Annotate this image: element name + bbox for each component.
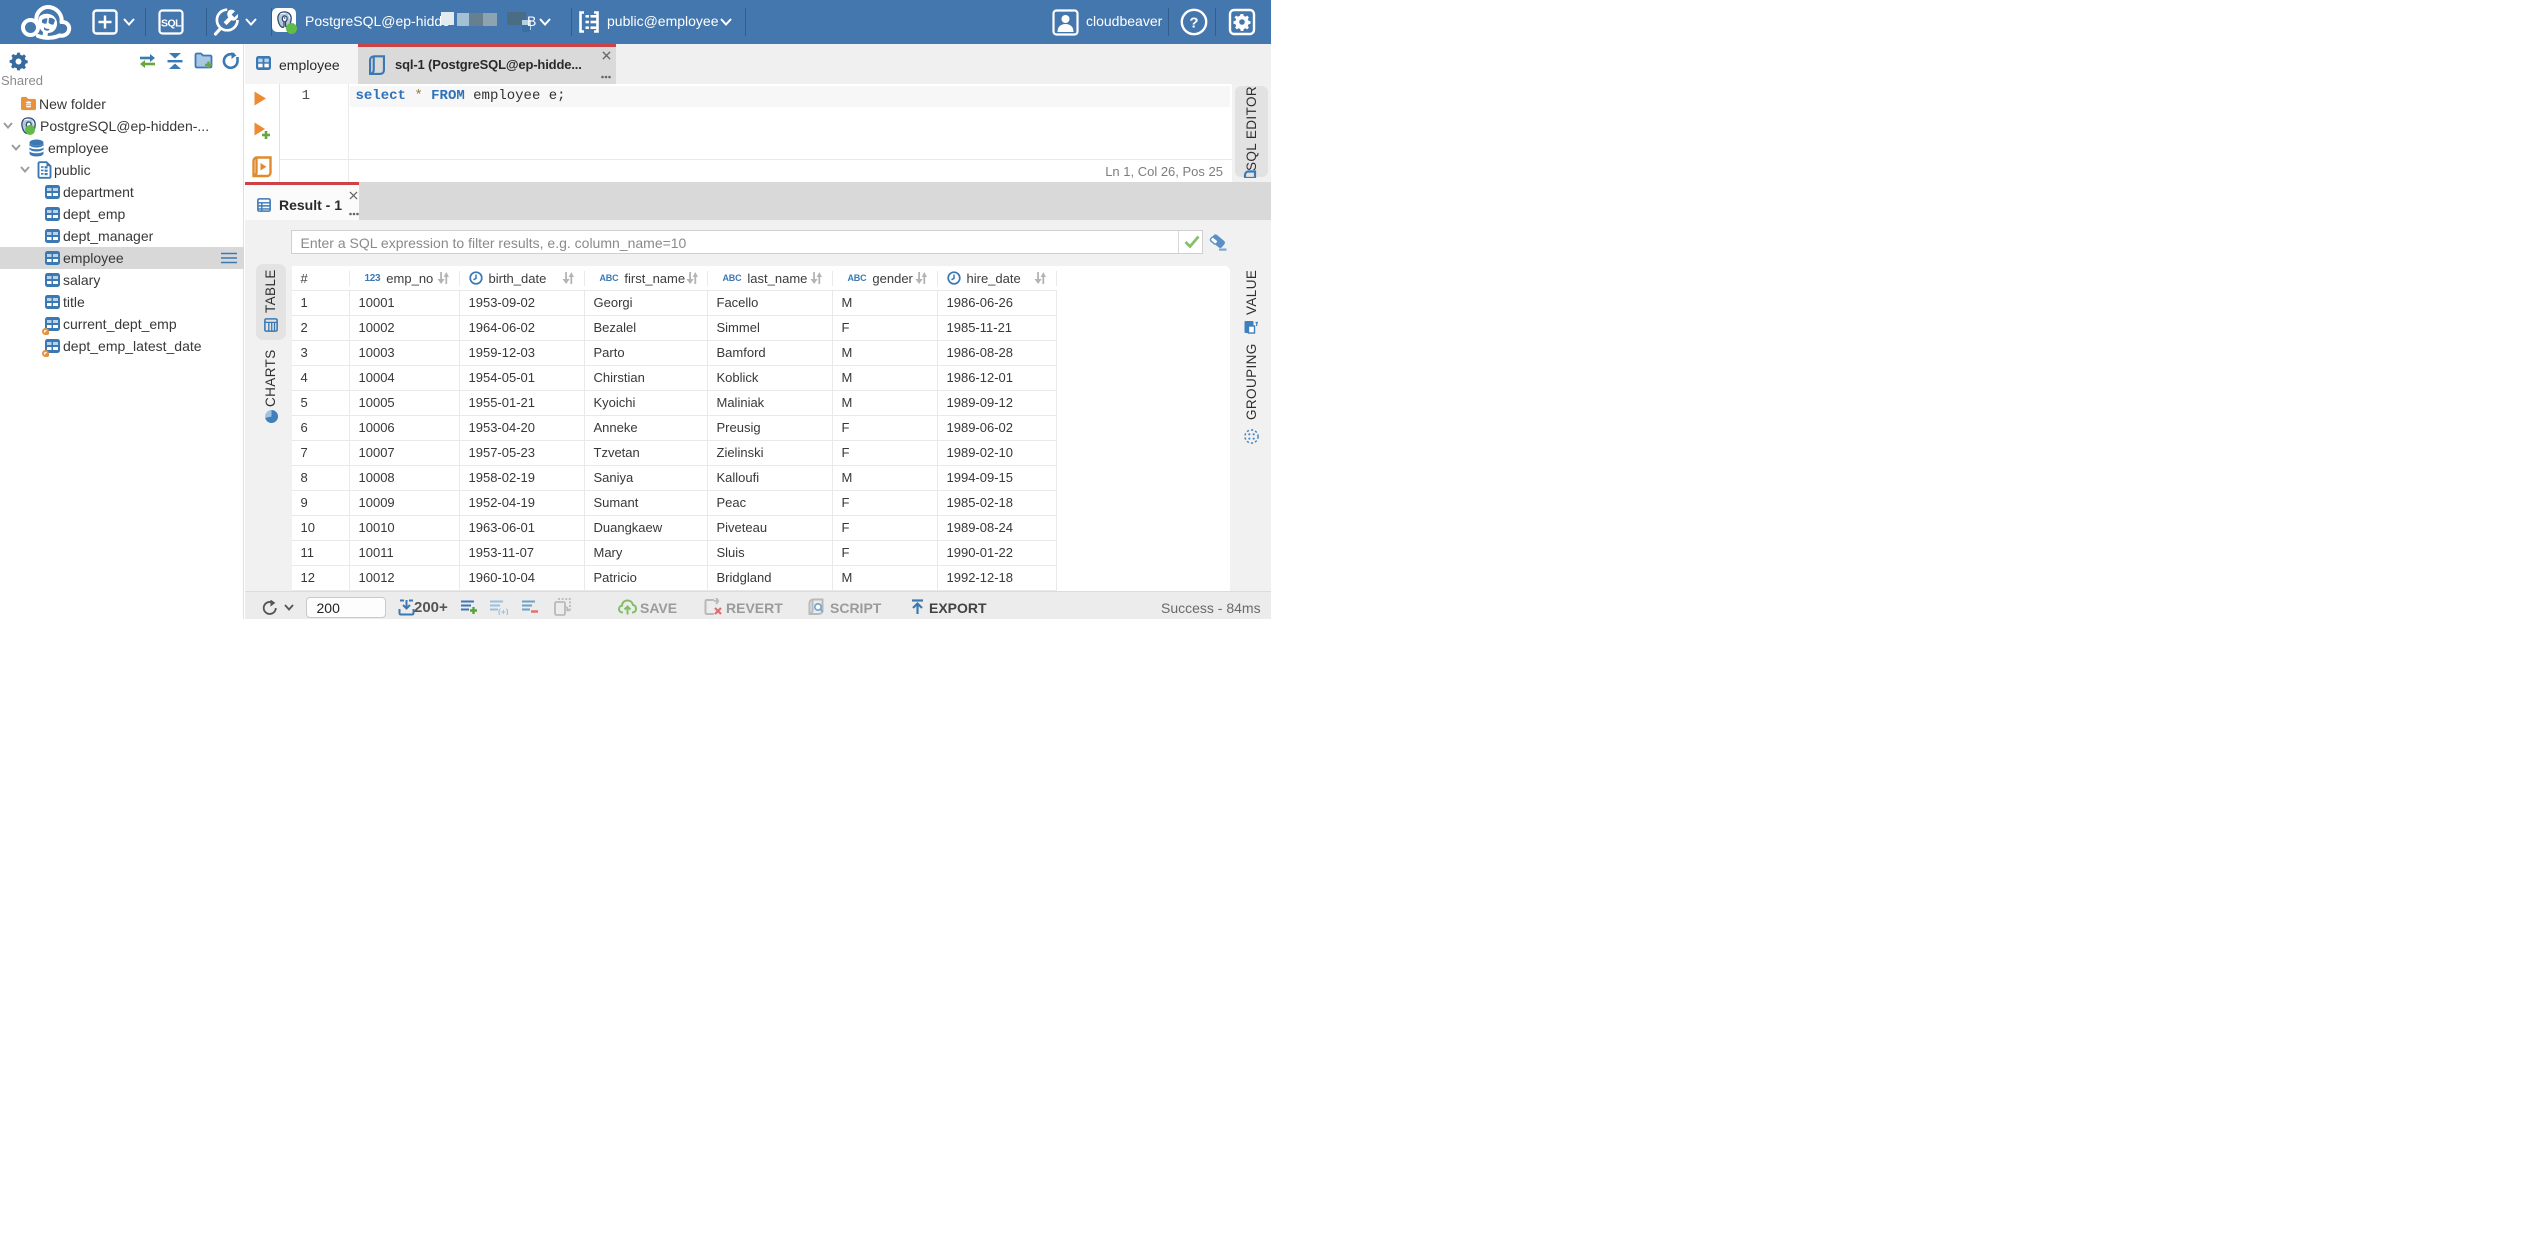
svg-text:(+): (+) — [498, 607, 508, 616]
svg-text:SQL: SQL — [161, 18, 182, 30]
svg-text:?: ? — [1189, 15, 1198, 32]
